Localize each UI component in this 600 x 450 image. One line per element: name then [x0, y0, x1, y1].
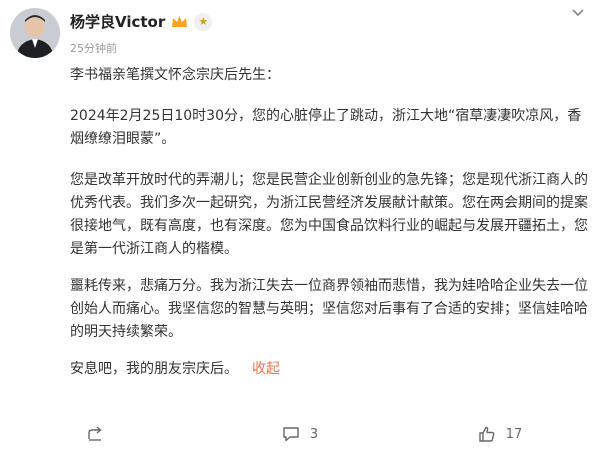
like-button[interactable]: 17 [400, 422, 600, 446]
crown-icon [171, 15, 188, 29]
post-paragraph-2: 您是改革开放时代的弄潮儿；您是民营企业创新创业的急先锋；您是现代浙江商人的优秀代… [70, 172, 588, 257]
post-paragraph-1: 2024年2月25日10时30分，您的心脏停止了跳动，浙江大地“宿草凄凄吹凉风，… [70, 108, 582, 147]
author-name-row: 杨学良Victor ★ [70, 11, 213, 32]
share-icon [86, 425, 104, 443]
like-count: 17 [505, 426, 523, 442]
author-name[interactable]: 杨学良Victor [70, 11, 165, 32]
avatar[interactable] [10, 8, 60, 58]
post-intro: 李书福亲笔撰文怀念宗庆后先生： [70, 67, 280, 83]
chevron-down-icon[interactable] [568, 6, 588, 22]
post-timestamp[interactable]: 25分钟前 [70, 40, 117, 56]
collapse-link[interactable]: 收起 [252, 361, 280, 377]
comment-icon [282, 425, 300, 443]
repost-button[interactable] [0, 422, 200, 446]
post-closing-line: 安息吧，我的朋友宗庆后。 收起 [70, 358, 590, 381]
verified-badge-icon: ★ [194, 12, 213, 31]
comment-button[interactable]: 3 [200, 422, 400, 446]
action-bar: 3 17 [0, 422, 600, 446]
comment-count: 3 [309, 426, 319, 442]
post-closing: 安息吧，我的朋友宗庆后。 [70, 361, 238, 377]
post-body: 李书福亲笔撰文怀念宗庆后先生： 2024年2月25日10时30分，您的心脏停止了… [70, 64, 590, 395]
thumbs-up-icon [478, 425, 496, 443]
post-paragraph-3: 噩耗传来，悲痛万分。我为浙江失去一位商界领袖而悲惜，我为娃哈哈企业失去一位创始人… [70, 278, 588, 340]
